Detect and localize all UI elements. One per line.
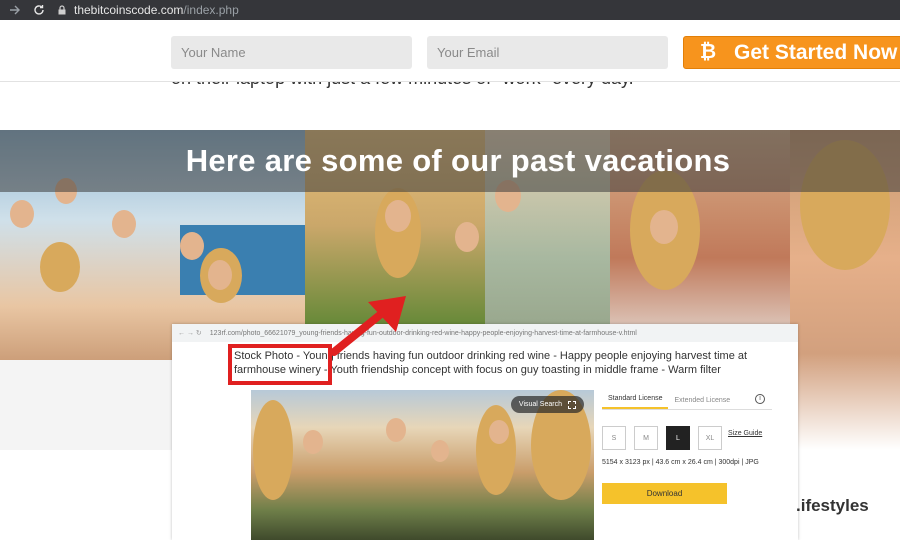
signup-bar: ₿ Get Started Now [0, 20, 900, 82]
browser-toolbar: thebitcoinscode.com/index.php [0, 0, 900, 20]
stock-url: 123rf.com/photo_66621079_young-friends-h… [209, 329, 637, 337]
email-input[interactable] [427, 36, 668, 69]
reload-icon [34, 5, 44, 15]
url-path: /index.php [183, 3, 239, 17]
lifestyles-heading: .ifestyles [796, 496, 869, 515]
forward-button[interactable] [6, 1, 24, 19]
size-s-button[interactable]: S [602, 426, 626, 450]
visual-search-label: Visual Search [518, 401, 562, 408]
red-arrow-icon [330, 296, 406, 356]
url-host: thebitcoinscode.com [74, 3, 184, 17]
stock-url-bar: ← → ↻ 123rf.com/photo_66621079_young-fri… [172, 324, 798, 342]
bitcoin-icon: ₿ [699, 41, 717, 63]
info-icon[interactable]: i [755, 394, 765, 404]
address-bar[interactable]: thebitcoinscode.com/index.php [56, 1, 239, 19]
page: thebitcoinscode.com/index.php on their l… [0, 0, 900, 540]
image-dimensions: 5154 x 3123 px | 43.6 cm x 26.4 cm | 300… [602, 459, 759, 466]
size-l-button[interactable]: L [666, 426, 690, 450]
tab-standard-license[interactable]: Standard License [602, 395, 669, 409]
get-started-label: Get Started Now [734, 40, 898, 64]
size-m-button[interactable]: M [634, 426, 658, 450]
size-options: S M L XL [602, 426, 730, 450]
size-guide-link[interactable]: Size Guide [728, 430, 762, 437]
banner-title-bar: Here are some of our past vacations [0, 130, 900, 192]
lock-icon [58, 5, 66, 15]
license-tabs: Standard License Extended License [602, 390, 772, 410]
highlight-box [228, 344, 332, 385]
arrow-right-icon [10, 5, 20, 15]
stock-photo-screenshot: ← → ↻ 123rf.com/photo_66621079_young-fri… [172, 324, 798, 540]
stock-image: Visual Search [251, 390, 594, 540]
download-button[interactable]: Download [602, 483, 727, 504]
banner-title: Here are some of our past vacations [185, 143, 731, 178]
nav-arrows-icon: ← → ↻ [178, 330, 202, 337]
tab-extended-license[interactable]: Extended License [668, 397, 736, 409]
expand-icon [568, 400, 576, 409]
name-input[interactable] [171, 36, 412, 69]
get-started-button[interactable]: ₿ Get Started Now [683, 36, 900, 69]
reload-button[interactable] [30, 1, 48, 19]
visual-search-button[interactable]: Visual Search [510, 396, 584, 413]
size-xl-button[interactable]: XL [698, 426, 722, 450]
